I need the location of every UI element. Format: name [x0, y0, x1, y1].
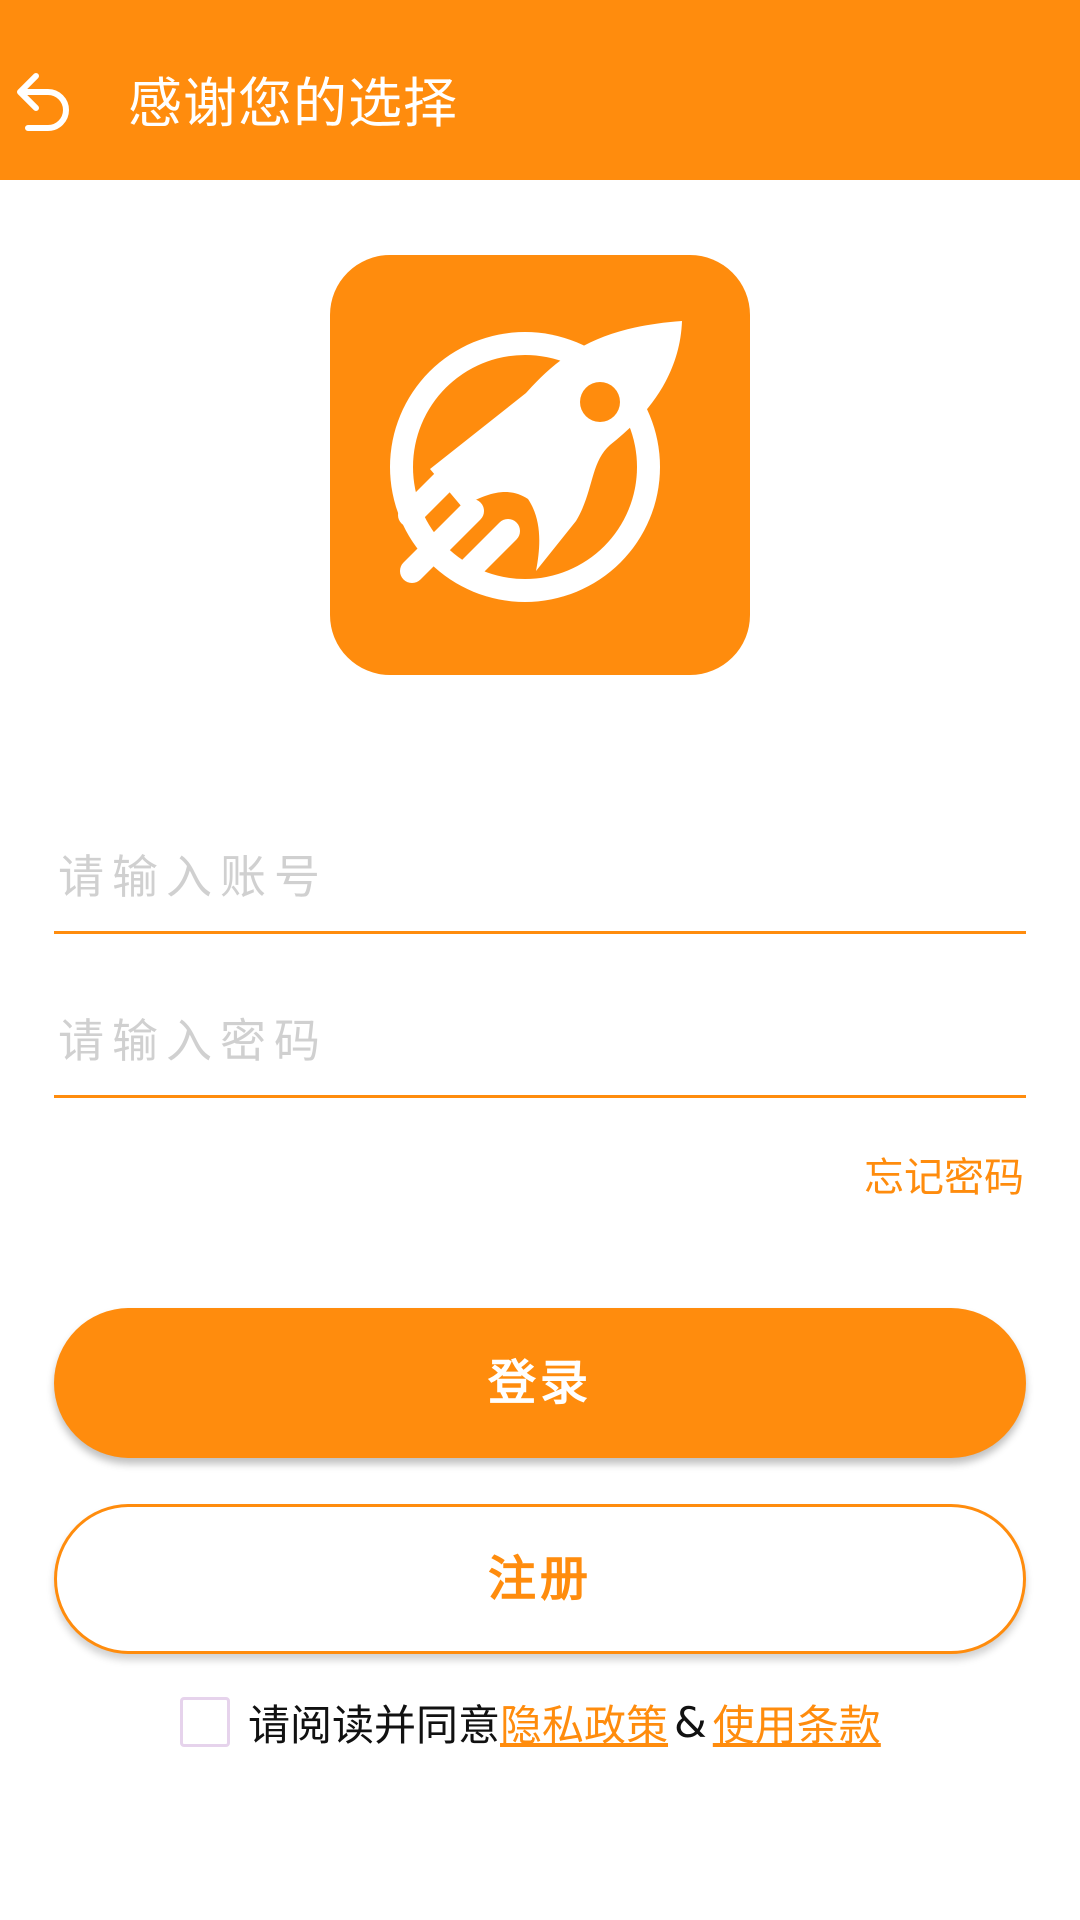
agreement-checkbox[interactable]	[180, 1697, 230, 1747]
app-logo	[330, 255, 750, 675]
agreement-row: 请阅读并同意 隐私政策 & 使用条款	[180, 1692, 881, 1752]
forgot-password-link[interactable]: 忘记密码	[864, 1150, 1024, 1206]
top-app-bar: 感谢您的选择	[0, 0, 1080, 180]
password-input[interactable]	[54, 986, 1026, 1098]
privacy-policy-link[interactable]: 隐私政策	[500, 1692, 668, 1753]
login-button[interactable]: 登录	[54, 1308, 1026, 1458]
back-arrow-icon	[17, 73, 69, 131]
account-input[interactable]	[54, 822, 1026, 934]
agreement-prefix: 请阅读并同意	[248, 1700, 501, 1750]
register-button[interactable]: 注册	[54, 1504, 1026, 1654]
agreement-separator: &	[674, 1697, 707, 1747]
terms-of-use-link[interactable]: 使用条款	[713, 1692, 881, 1753]
back-button[interactable]	[14, 70, 74, 134]
page-title: 感谢您的选择	[128, 72, 458, 135]
